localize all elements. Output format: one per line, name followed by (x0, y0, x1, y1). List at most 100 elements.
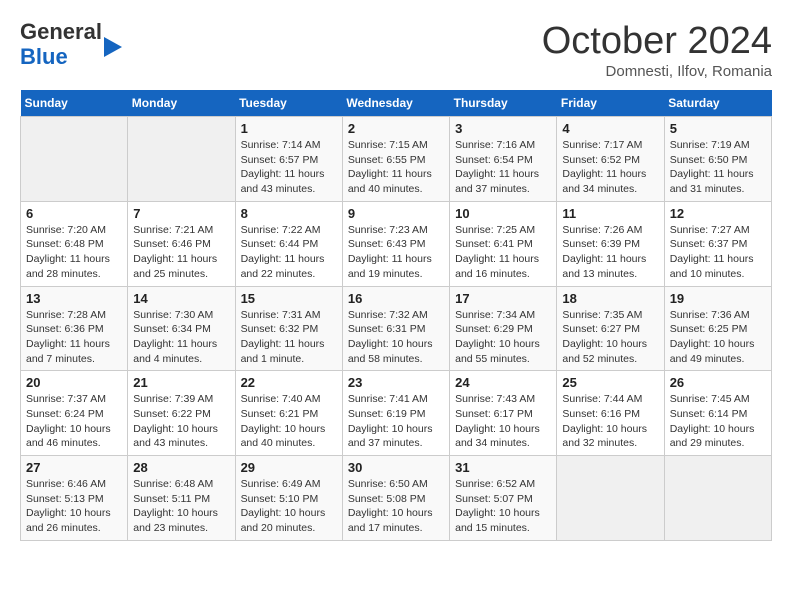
calendar-cell: 17Sunrise: 7:34 AM Sunset: 6:29 PM Dayli… (450, 286, 557, 371)
day-number: 27 (26, 460, 122, 475)
day-number: 3 (455, 121, 551, 136)
calendar-cell: 4 Sunrise: 7:17 AM Sunset: 6:52 PM Daylig… (557, 117, 664, 202)
day-number: 14 (133, 291, 229, 306)
day-number: 21 (133, 375, 229, 390)
cell-content: Sunrise: 7:20 AM Sunset: 6:48 PM Dayligh… (26, 223, 122, 282)
column-header-thursday: Thursday (450, 90, 557, 117)
calendar-cell: 15 Sunrise: 7:31 AM Sunset: 6:32 PM Dayli… (235, 286, 342, 371)
day-number: 13 (26, 291, 122, 306)
cell-content: Sunrise: 7:44 AM Sunset: 6:16 PM Dayligh… (562, 392, 658, 451)
month-title: October 2024 (542, 20, 772, 63)
calendar-week-row: 6 Sunrise: 7:20 AM Sunset: 6:48 PM Daylig… (21, 201, 772, 286)
cell-content: Sunrise: 7:37 AM Sunset: 6:24 PM Dayligh… (26, 392, 122, 451)
day-number: 22 (241, 375, 337, 390)
calendar-cell: 3 Sunrise: 7:16 AM Sunset: 6:54 PM Daylig… (450, 117, 557, 202)
title-section: October 2024 Domnesti, Ilfov, Romania (542, 20, 772, 80)
logo-arrow-icon (104, 37, 124, 57)
calendar-cell: 21Sunrise: 7:39 AM Sunset: 6:22 PM Dayli… (128, 371, 235, 456)
calendar-cell: 25 Sunrise: 7:44 AM Sunset: 6:16 PM Dayli… (557, 371, 664, 456)
day-number: 11 (562, 206, 658, 221)
calendar-cell (557, 456, 664, 541)
cell-content: Sunrise: 7:16 AM Sunset: 6:54 PM Dayligh… (455, 138, 551, 197)
cell-content: Sunrise: 7:17 AM Sunset: 6:52 PM Dayligh… (562, 138, 658, 197)
calendar-cell: 2Sunrise: 7:15 AM Sunset: 6:55 PM Daylig… (342, 117, 449, 202)
calendar-week-row: 1 Sunrise: 7:14 AM Sunset: 6:57 PM Daylig… (21, 117, 772, 202)
calendar-cell: 18Sunrise: 7:35 AM Sunset: 6:27 PM Dayli… (557, 286, 664, 371)
cell-content: Sunrise: 7:36 AM Sunset: 6:25 PM Dayligh… (670, 308, 766, 367)
calendar-cell (664, 456, 771, 541)
calendar-cell: 1 Sunrise: 7:14 AM Sunset: 6:57 PM Daylig… (235, 117, 342, 202)
cell-content: Sunrise: 7:15 AM Sunset: 6:55 PM Dayligh… (348, 138, 444, 197)
calendar-week-row: 27 Sunrise: 6:46 AM Sunset: 5:13 PM Dayli… (21, 456, 772, 541)
cell-content: Sunrise: 6:50 AM Sunset: 5:08 PM Dayligh… (348, 477, 444, 536)
cell-content: Sunrise: 7:28 AM Sunset: 6:36 PM Dayligh… (26, 308, 122, 367)
calendar-cell: 24Sunrise: 7:43 AM Sunset: 6:17 PM Dayli… (450, 371, 557, 456)
calendar-cell (128, 117, 235, 202)
calendar-cell: 31 Sunrise: 6:52 AM Sunset: 5:07 PM Dayli… (450, 456, 557, 541)
day-number: 25 (562, 375, 658, 390)
calendar-cell: 7 Sunrise: 7:21 AM Sunset: 6:46 PM Daylig… (128, 201, 235, 286)
calendar-cell: 11 Sunrise: 7:26 AM Sunset: 6:39 PM Dayli… (557, 201, 664, 286)
location-subtitle: Domnesti, Ilfov, Romania (542, 63, 772, 80)
cell-content: Sunrise: 7:19 AM Sunset: 6:50 PM Dayligh… (670, 138, 766, 197)
day-number: 6 (26, 206, 122, 221)
cell-content: Sunrise: 7:41 AM Sunset: 6:19 PM Dayligh… (348, 392, 444, 451)
calendar-cell: 5Sunrise: 7:19 AM Sunset: 6:50 PM Daylig… (664, 117, 771, 202)
cell-content: Sunrise: 7:32 AM Sunset: 6:31 PM Dayligh… (348, 308, 444, 367)
calendar-cell (21, 117, 128, 202)
day-number: 15 (241, 291, 337, 306)
cell-content: Sunrise: 7:45 AM Sunset: 6:14 PM Dayligh… (670, 392, 766, 451)
calendar-cell: 13 Sunrise: 7:28 AM Sunset: 6:36 PM Dayli… (21, 286, 128, 371)
day-number: 30 (348, 460, 444, 475)
cell-content: Sunrise: 7:34 AM Sunset: 6:29 PM Dayligh… (455, 308, 551, 367)
cell-content: Sunrise: 7:21 AM Sunset: 6:46 PM Dayligh… (133, 223, 229, 282)
cell-content: Sunrise: 7:26 AM Sunset: 6:39 PM Dayligh… (562, 223, 658, 282)
cell-content: Sunrise: 7:31 AM Sunset: 6:32 PM Dayligh… (241, 308, 337, 367)
cell-content: Sunrise: 7:27 AM Sunset: 6:37 PM Dayligh… (670, 223, 766, 282)
cell-content: Sunrise: 7:35 AM Sunset: 6:27 PM Dayligh… (562, 308, 658, 367)
calendar-cell: 8Sunrise: 7:22 AM Sunset: 6:44 PM Daylig… (235, 201, 342, 286)
logo-text: General (20, 20, 102, 44)
column-header-monday: Monday (128, 90, 235, 117)
column-header-friday: Friday (557, 90, 664, 117)
calendar-week-row: 20 Sunrise: 7:37 AM Sunset: 6:24 PM Dayli… (21, 371, 772, 456)
cell-content: Sunrise: 7:22 AM Sunset: 6:44 PM Dayligh… (241, 223, 337, 282)
cell-content: Sunrise: 7:43 AM Sunset: 6:17 PM Dayligh… (455, 392, 551, 451)
cell-content: Sunrise: 6:48 AM Sunset: 5:11 PM Dayligh… (133, 477, 229, 536)
column-header-tuesday: Tuesday (235, 90, 342, 117)
day-number: 1 (241, 121, 337, 136)
calendar-week-row: 13 Sunrise: 7:28 AM Sunset: 6:36 PM Dayli… (21, 286, 772, 371)
page-header: General Blue October 2024 Domnesti, Ilfo… (20, 20, 772, 80)
day-number: 26 (670, 375, 766, 390)
cell-content: Sunrise: 7:14 AM Sunset: 6:57 PM Dayligh… (241, 138, 337, 197)
cell-content: Sunrise: 7:40 AM Sunset: 6:21 PM Dayligh… (241, 392, 337, 451)
cell-content: Sunrise: 6:52 AM Sunset: 5:07 PM Dayligh… (455, 477, 551, 536)
day-number: 9 (348, 206, 444, 221)
calendar-cell: 30 Sunrise: 6:50 AM Sunset: 5:08 PM Dayli… (342, 456, 449, 541)
day-number: 23 (348, 375, 444, 390)
day-number: 4 (562, 121, 658, 136)
column-header-saturday: Saturday (664, 90, 771, 117)
column-header-wednesday: Wednesday (342, 90, 449, 117)
logo: General Blue (20, 20, 102, 70)
calendar-cell: 10Sunrise: 7:25 AM Sunset: 6:41 PM Dayli… (450, 201, 557, 286)
day-number: 16 (348, 291, 444, 306)
day-number: 20 (26, 375, 122, 390)
day-number: 31 (455, 460, 551, 475)
calendar-cell: 22 Sunrise: 7:40 AM Sunset: 6:21 PM Dayli… (235, 371, 342, 456)
calendar-cell: 6 Sunrise: 7:20 AM Sunset: 6:48 PM Daylig… (21, 201, 128, 286)
calendar-cell: 27 Sunrise: 6:46 AM Sunset: 5:13 PM Dayli… (21, 456, 128, 541)
cell-content: Sunrise: 6:46 AM Sunset: 5:13 PM Dayligh… (26, 477, 122, 536)
calendar-cell: 19 Sunrise: 7:36 AM Sunset: 6:25 PM Dayli… (664, 286, 771, 371)
day-number: 7 (133, 206, 229, 221)
column-header-sunday: Sunday (21, 90, 128, 117)
calendar-cell: 16 Sunrise: 7:32 AM Sunset: 6:31 PM Dayli… (342, 286, 449, 371)
calendar-cell: 12 Sunrise: 7:27 AM Sunset: 6:37 PM Dayli… (664, 201, 771, 286)
day-number: 12 (670, 206, 766, 221)
day-number: 19 (670, 291, 766, 306)
calendar-cell: 23 Sunrise: 7:41 AM Sunset: 6:19 PM Dayli… (342, 371, 449, 456)
cell-content: Sunrise: 7:25 AM Sunset: 6:41 PM Dayligh… (455, 223, 551, 282)
cell-content: Sunrise: 7:23 AM Sunset: 6:43 PM Dayligh… (348, 223, 444, 282)
cell-content: Sunrise: 6:49 AM Sunset: 5:10 PM Dayligh… (241, 477, 337, 536)
calendar-table: SundayMondayTuesdayWednesdayThursdayFrid… (20, 90, 772, 541)
